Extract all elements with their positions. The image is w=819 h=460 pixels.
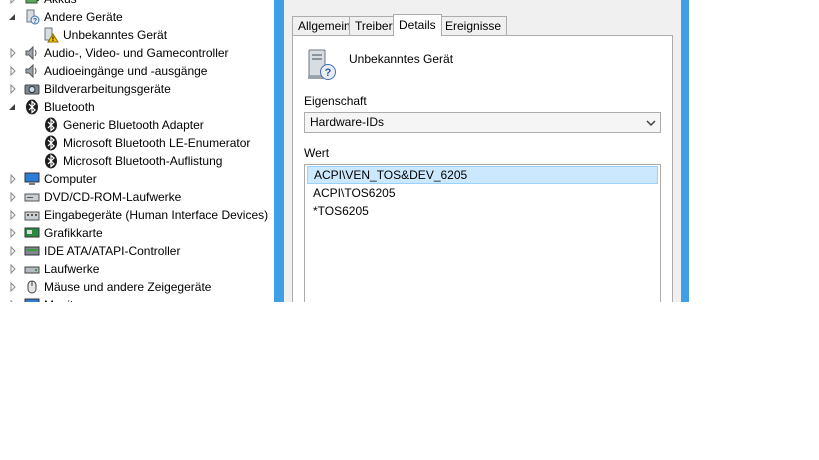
tree-item-label: Bildverarbeitungsgeräte [44,82,171,96]
property-dropdown-value: Hardware-IDs [310,115,385,129]
property-dropdown[interactable]: Hardware-IDs [304,112,661,133]
expand-arrow-icon[interactable] [8,296,18,302]
device-name: Unbekanntes Gerät [349,52,454,66]
hid-icon [24,207,40,223]
battery-icon [24,0,40,7]
window-frame-right [681,0,689,302]
expand-arrow-icon[interactable] [8,44,18,62]
expand-arrow-icon[interactable] [8,80,18,98]
bluetooth-icon [24,99,40,115]
computer-icon [24,171,40,187]
value-list-item[interactable]: ACPI\TOS6205 [307,184,658,202]
tree-item-label: Mäuse und andere Zeigegeräte [44,280,212,294]
tree-item-label: Laufwerke [44,262,100,276]
unknown-devices-icon: ? [24,9,40,25]
tab-details[interactable]: Details [393,14,442,36]
svg-text:?: ? [325,67,332,79]
monitor-icon [24,297,40,302]
expand-arrow-icon[interactable] [8,206,18,224]
expand-arrow-icon[interactable] [8,0,18,8]
tab-treiber[interactable]: Treiber [349,16,399,35]
expand-arrow-icon[interactable] [8,224,18,242]
tree-item-label: Eingabegeräte (Human Interface Devices) [44,208,269,222]
expand-arrow-icon[interactable] [8,62,18,80]
tree-item-label: Monitore [44,296,91,302]
bluetooth-icon [43,135,59,151]
value-list-item[interactable]: ACPI\VEN_TOS&DEV_6205 [307,166,658,184]
expand-arrow-icon[interactable] [8,260,18,278]
tree-item-label: Audioeingänge und -ausgänge [44,64,208,78]
tree-item-label: Microsoft Bluetooth LE-Enumerator [63,136,251,150]
value-list-item[interactable]: *TOS6205 [307,202,658,220]
tab-ereignisse[interactable]: Ereignisse [439,16,508,35]
speaker-icon [24,63,40,79]
tree-item-label: Bluetooth [44,100,95,114]
svg-text:?: ? [33,18,37,25]
collapse-arrow-icon[interactable] [8,8,18,26]
tree-item-label: Generic Bluetooth Adapter [63,118,204,132]
tree-item-label: Andere Geräte [44,10,123,24]
display-adapter-icon [24,225,40,241]
expand-arrow-icon[interactable] [8,278,18,296]
tab-allgemein[interactable]: Allgemein [292,16,357,35]
window-frame-left [274,0,284,302]
dvd-drive-icon [24,189,40,205]
expand-arrow-icon[interactable] [8,170,18,188]
collapse-arrow-icon[interactable] [8,98,18,116]
bluetooth-icon [43,117,59,133]
mouse-icon [24,279,40,295]
chevron-down-icon [644,116,658,130]
value-list[interactable]: ACPI\VEN_TOS&DEV_6205 ACPI\TOS6205 *TOS620… [304,164,661,302]
tree-item-label: DVD/CD-ROM-Laufwerke [44,190,182,204]
tree-item-label: Akkus [44,0,77,8]
value-label: Wert [304,146,330,160]
tree-item-label: Grafikkarte [44,226,103,240]
tree-item-label: IDE ATA/ATAPI-Controller [44,244,181,258]
property-label: Eigenschaft [304,94,367,108]
camera-icon [24,81,40,97]
tree-item-label: Microsoft Bluetooth-Auflistung [63,154,223,168]
tree-item-label: Unbekanntes Gerät [63,28,168,42]
unknown-device-warning-icon [43,27,59,43]
bluetooth-icon [43,153,59,169]
expand-arrow-icon[interactable] [8,242,18,260]
tree-item-label: Computer [44,172,97,186]
screenshot-area: Akkus? Andere Geräte Unbekanntes Gerät Audi… [0,0,819,302]
tree-item-label: Audio-, Video- und Gamecontroller [44,46,229,60]
disk-drive-icon [24,261,40,277]
unknown-device-icon: ? [304,48,338,82]
ide-controller-icon [24,243,40,259]
expand-arrow-icon[interactable] [8,188,18,206]
speaker-icon [24,45,40,61]
